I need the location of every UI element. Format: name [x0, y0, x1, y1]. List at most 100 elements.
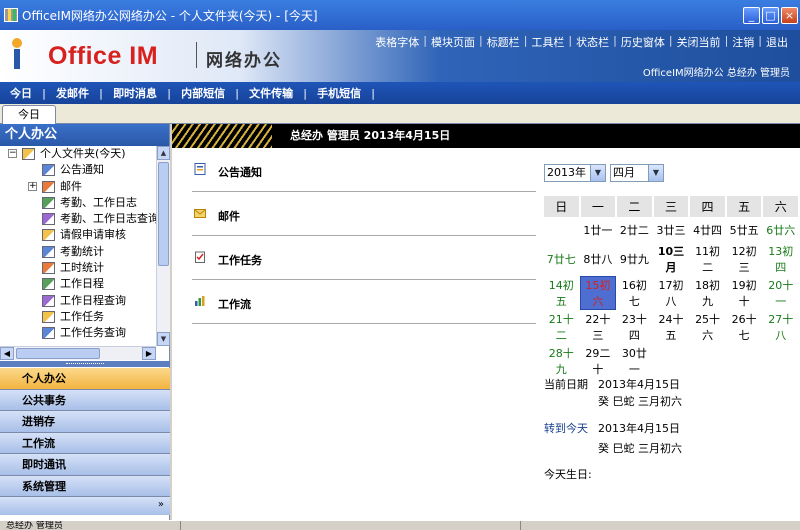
- menu-titlebar[interactable]: 标题栏: [483, 34, 524, 50]
- tree-horizontal-scrollbar[interactable]: ◀ ▶: [0, 346, 156, 360]
- tree-item[interactable]: 请假申请审核: [0, 227, 156, 243]
- menu-table-font[interactable]: 表格字体: [371, 34, 423, 50]
- accordion-inventory[interactable]: 进销存: [0, 411, 170, 433]
- close-button[interactable]: ×: [781, 6, 798, 24]
- tree-item[interactable]: 工作任务: [0, 309, 156, 325]
- calendar-day[interactable]: 19初十: [727, 277, 762, 309]
- menu-toolbar[interactable]: 工具栏: [527, 34, 568, 50]
- calendar-day[interactable]: 6廿六: [763, 219, 798, 241]
- section-workflow[interactable]: 工作流: [192, 280, 536, 324]
- accordion-workflow[interactable]: 工作流: [0, 432, 170, 454]
- nav-mobile-sms[interactable]: 手机短信: [307, 85, 371, 101]
- menu-module-page[interactable]: 模块页面: [427, 34, 479, 50]
- scroll-thumb[interactable]: [158, 162, 169, 266]
- calendar-day[interactable]: 4廿四: [690, 219, 725, 241]
- dropdown-arrow-icon[interactable]: ▼: [590, 165, 605, 181]
- tree-item[interactable]: − 个人文件夹(今天): [0, 146, 156, 162]
- calendar-day[interactable]: 10三月: [654, 243, 689, 275]
- minimize-button[interactable]: _: [743, 6, 760, 24]
- dropdown-arrow-icon[interactable]: ▼: [648, 165, 663, 181]
- menu-close-current[interactable]: 关闭当前: [673, 34, 725, 50]
- calendar-day[interactable]: 3廿三: [654, 219, 689, 241]
- calendar-day[interactable]: 30廿一: [617, 345, 652, 377]
- nav-send-mail[interactable]: 发邮件: [46, 85, 99, 101]
- accordion-personal-office[interactable]: 个人办公: [0, 368, 170, 390]
- tree-item[interactable]: + 邮件: [0, 179, 156, 195]
- calendar-day[interactable]: 9廿九: [617, 243, 652, 275]
- pane-splitter[interactable]: [0, 361, 170, 367]
- tree-item-label: 考勤、工作日志查询: [60, 212, 156, 226]
- menu-exit[interactable]: 退出: [762, 34, 792, 50]
- accordion-system-admin[interactable]: 系统管理: [0, 475, 170, 497]
- calendar-day[interactable]: 16初七: [617, 277, 652, 309]
- task-icon: [42, 310, 55, 323]
- calendar-day[interactable]: 18初九: [690, 277, 725, 309]
- stats-icon: [42, 245, 55, 258]
- scroll-thumb-horizontal[interactable]: [16, 348, 100, 359]
- calendar-day[interactable]: 28十九: [544, 345, 579, 377]
- goto-today-link[interactable]: 转到今天: [544, 420, 600, 436]
- section-mail[interactable]: 邮件: [192, 192, 536, 236]
- calendar-day[interactable]: 22十三: [581, 311, 616, 343]
- calendar-day[interactable]: 14初五: [544, 277, 579, 309]
- tree-item[interactable]: 工时统计: [0, 260, 156, 276]
- calendar-search-icon: [42, 213, 55, 226]
- nav-internal-sms[interactable]: 内部短信: [171, 85, 235, 101]
- tree-item[interactable]: 考勤、工作日志查询: [0, 211, 156, 227]
- calendar-day[interactable]: 23十四: [617, 311, 652, 343]
- accordion-more-chevron-icon[interactable]: »: [0, 497, 170, 515]
- calendar-day[interactable]: 27十八: [763, 311, 798, 343]
- scroll-down-arrow-icon[interactable]: ▼: [157, 332, 170, 346]
- tree-item[interactable]: 工作日程: [0, 276, 156, 292]
- tab-today[interactable]: 今日: [2, 105, 56, 124]
- menu-logout[interactable]: 注销: [728, 34, 758, 50]
- nav-file-transfer[interactable]: 文件传输: [239, 85, 303, 101]
- tree-item[interactable]: 工作日程查询: [0, 293, 156, 309]
- section-notices[interactable]: 公告通知: [192, 148, 536, 192]
- tree-item-label: 个人文件夹(今天): [40, 147, 126, 160]
- scroll-left-arrow-icon[interactable]: ◀: [0, 347, 14, 360]
- weekday-header: 日: [544, 196, 579, 217]
- calendar-day[interactable]: 17初八: [654, 277, 689, 309]
- quick-nav-bar: 今日 | 发邮件 | 即时消息 | 内部短信 | 文件传输 | 手机短信 |: [0, 82, 800, 104]
- tree-vertical-scrollbar[interactable]: ▲ ▼: [156, 146, 170, 346]
- current-lunar-date: 癸 巳蛇 三月初六: [598, 395, 682, 408]
- month-select[interactable]: 四月 ▼: [610, 164, 664, 182]
- year-select[interactable]: 2013年 ▼: [544, 164, 606, 182]
- collapse-minus-icon[interactable]: −: [8, 149, 17, 158]
- tree-item-label: 工作任务查询: [60, 326, 126, 340]
- calendar-day[interactable]: 26十七: [727, 311, 762, 343]
- nav-today[interactable]: 今日: [0, 85, 42, 101]
- accordion-instant-messaging[interactable]: 即时通讯: [0, 454, 170, 476]
- tree-item[interactable]: 工作任务查询: [0, 325, 156, 341]
- calendar-day[interactable]: 2廿二: [617, 219, 652, 241]
- main-header-bar: 总经办 管理员 2013年4月15日: [172, 124, 800, 148]
- section-tasks[interactable]: 工作任务: [192, 236, 536, 280]
- tree-item[interactable]: 考勤、工作日志: [0, 195, 156, 211]
- tree-item[interactable]: 考勤统计: [0, 244, 156, 260]
- calendar-day[interactable]: 7廿七: [544, 243, 579, 275]
- calendar-day[interactable]: 1廿一: [581, 219, 616, 241]
- logo-divider: [196, 42, 197, 68]
- tree-item[interactable]: 公告通知: [0, 162, 156, 178]
- calendar-day[interactable]: 15初六: [579, 276, 617, 310]
- calendar-day[interactable]: 5廿五: [727, 219, 762, 241]
- scroll-right-arrow-icon[interactable]: ▶: [142, 347, 156, 360]
- calendar-day[interactable]: 8廿八: [581, 243, 616, 275]
- menu-statusbar[interactable]: 状态栏: [572, 34, 613, 50]
- expand-plus-icon[interactable]: +: [28, 181, 37, 191]
- scroll-up-arrow-icon[interactable]: ▲: [157, 146, 170, 160]
- calendar-day[interactable]: 21十二: [544, 311, 579, 343]
- menu-history-window[interactable]: 历史窗体: [617, 34, 669, 50]
- calendar-day[interactable]: 24十五: [654, 311, 689, 343]
- nav-instant-message[interactable]: 即时消息: [103, 85, 167, 101]
- calendar-day[interactable]: 20十一: [763, 277, 798, 309]
- maximize-button[interactable]: □: [762, 6, 779, 24]
- accordion-public-affairs[interactable]: 公共事务: [0, 389, 170, 411]
- calendar-day[interactable]: 11初二: [690, 243, 725, 275]
- status-user: 总经办 管理员: [6, 521, 63, 530]
- calendar-day[interactable]: 29二十: [581, 345, 616, 377]
- calendar-day[interactable]: 25十六: [690, 311, 725, 343]
- calendar-day[interactable]: 12初三: [727, 243, 762, 275]
- calendar-day[interactable]: 13初四: [763, 243, 798, 275]
